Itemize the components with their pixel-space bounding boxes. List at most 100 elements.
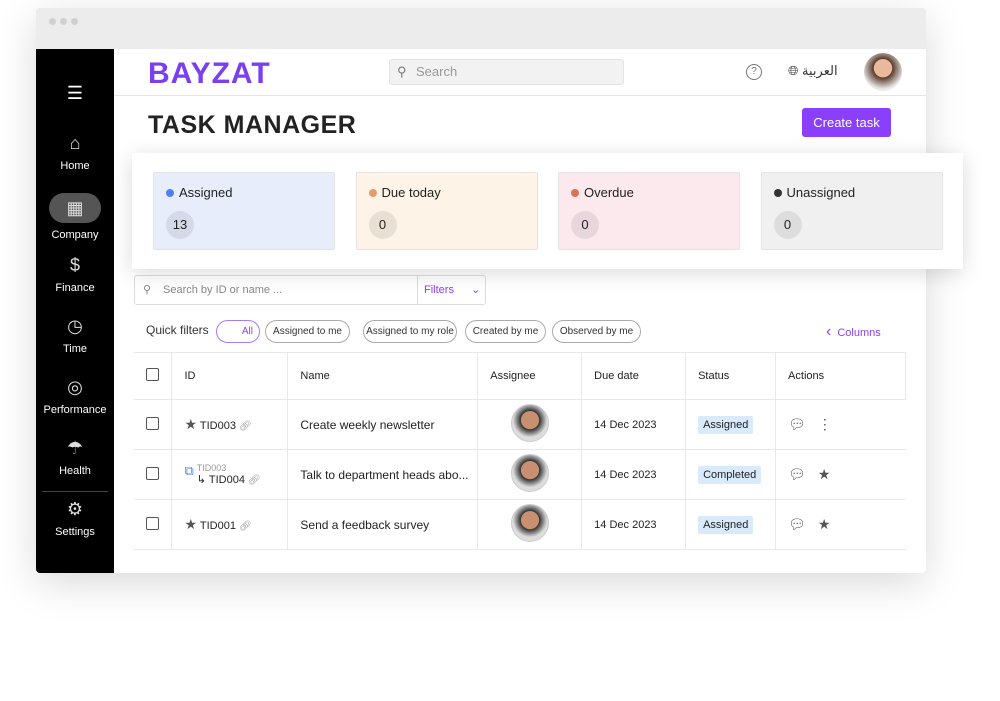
task-id: TID001 [199, 520, 236, 532]
sidebar-item-home[interactable]: ⌂ Home [36, 132, 114, 172]
star-icon[interactable]: ★ [184, 516, 197, 532]
window-dot[interactable] [71, 18, 78, 25]
table-row[interactable]: ★ TID003 🔗︎ Create weekly newsletter 14 De… [134, 399, 906, 450]
star-icon[interactable]: ★ [818, 466, 831, 482]
stat-card-unassigned[interactable]: Unassigned 0 [760, 172, 943, 250]
status-cell: Completed [685, 449, 777, 500]
sidebar-item-label: Home [60, 160, 90, 172]
link-icon[interactable]: 🔗︎ [239, 521, 252, 532]
assignee-avatar[interactable] [510, 454, 549, 492]
stat-card-assigned[interactable]: Assigned 13 [153, 172, 335, 250]
select-all-cell [134, 352, 173, 400]
quick-filter-chip[interactable]: Created by me [465, 320, 546, 343]
column-header[interactable]: Due date [581, 352, 687, 400]
quick-filter-chip[interactable]: Assigned to my role [363, 320, 457, 343]
stat-count: 13 [166, 211, 194, 239]
comment-icon[interactable]: 💬︎ [788, 516, 806, 532]
user-avatar[interactable] [864, 53, 902, 91]
column-header[interactable]: Actions [775, 352, 906, 400]
row-checkbox[interactable] [146, 516, 159, 530]
row-checkbox[interactable] [146, 416, 159, 430]
sidebar-item-finance[interactable]: $ Finance [36, 254, 114, 294]
link-icon[interactable]: 🔗︎ [239, 421, 252, 432]
create-task-button[interactable]: Create task [802, 108, 891, 137]
quick-filter-chip[interactable]: Assigned to me [265, 320, 350, 343]
stat-count: 0 [571, 211, 599, 239]
star-icon[interactable]: ★ [184, 416, 197, 432]
search-placeholder: Search by ID or name ... [163, 284, 283, 296]
status-badge: Assigned [698, 515, 754, 534]
window-dot[interactable] [49, 18, 56, 25]
table-row[interactable]: ⧉ TID003 ↳ TID004 🔗︎ Talk to department hea… [134, 449, 906, 500]
stat-label: Overdue [584, 185, 634, 200]
select-all-checkbox[interactable] [146, 368, 159, 381]
star-icon[interactable]: ★ [818, 516, 831, 532]
task-name[interactable]: Talk to department heads abo... [287, 449, 479, 500]
row-checkbox[interactable] [146, 466, 159, 480]
sidebar: ☰ ⌂ Home ▦ Company $ Finance ◷ Time ◎ Performance… [36, 49, 114, 573]
sidebar-item-company[interactable]: ▦ Company [36, 193, 114, 241]
status-dot [571, 189, 579, 197]
gear-icon: ⚙ [66, 499, 84, 519]
sidebar-item-settings[interactable]: ⚙ Settings [36, 498, 114, 538]
target-icon: ◎ [67, 377, 83, 397]
building-icon: ▦ [49, 193, 101, 223]
task-name[interactable]: Send a feedback survey [287, 499, 479, 550]
status-cell: Assigned [685, 499, 777, 550]
task-table: ID Name Assignee Due date Status Actions ★ TI… [134, 352, 906, 550]
sidebar-item-label: Finance [55, 282, 95, 294]
more-options-icon[interactable]: ⋮ [818, 416, 832, 432]
help-icon[interactable]: ? [746, 64, 762, 80]
sidebar-item-health[interactable]: ☂ Health [36, 437, 114, 477]
stat-count: 0 [368, 211, 397, 239]
columns-button[interactable]: ‹ Columns [826, 323, 881, 341]
stat-label: Due today [381, 185, 441, 200]
search-icon: ⚲ [397, 64, 407, 79]
table-row[interactable]: ★ TID001 🔗︎ Send a feedback survey 14 Dec … [134, 499, 906, 550]
column-header[interactable]: Name [287, 352, 479, 400]
column-header[interactable]: Assignee [477, 352, 583, 400]
column-header[interactable]: Status [685, 352, 777, 400]
assignee-avatar[interactable] [510, 404, 549, 442]
assignee-cell [477, 499, 583, 550]
subtask-icon: ⧉ [184, 463, 194, 478]
stat-card-due-today[interactable]: Due today 0 [355, 172, 538, 250]
link-icon[interactable]: 🔗︎ [248, 475, 261, 486]
row-select-cell [134, 449, 173, 500]
quick-filter-chip[interactable]: All [216, 320, 260, 343]
task-id: TID004 [208, 474, 245, 486]
menu-icon[interactable]: ☰ [36, 83, 114, 104]
sidebar-item-label: Health [59, 465, 91, 477]
filters-label: Filters [424, 284, 454, 296]
quick-filter-chip[interactable]: Observed by me [552, 320, 641, 343]
comment-icon[interactable]: 💬︎ [788, 466, 806, 482]
comment-icon[interactable]: 💬︎ [788, 416, 806, 432]
umbrella-icon: ☂ [66, 438, 84, 458]
task-name[interactable]: Create weekly newsletter [287, 399, 479, 450]
columns-label: Columns [837, 327, 881, 339]
row-select-cell [134, 499, 173, 550]
status-badge: Assigned [698, 415, 754, 434]
assignee-avatar[interactable] [510, 504, 549, 542]
global-search-input[interactable]: ⚲ Search [389, 59, 624, 85]
column-header[interactable]: ID [171, 352, 289, 400]
stat-card-overdue[interactable]: Overdue 0 [558, 172, 740, 250]
id-cell: ★ TID003 🔗︎ [171, 399, 289, 450]
status-dot [773, 189, 782, 197]
sidebar-item-time[interactable]: ◷ Time [36, 315, 114, 355]
globe-icon: 🌐︎ [788, 63, 799, 78]
window-dot[interactable] [60, 18, 67, 25]
filters-dropdown[interactable]: Filters ⌄ [417, 276, 487, 304]
language-switch[interactable]: 🌐︎ العربية [788, 63, 838, 79]
search-placeholder: Search [416, 64, 458, 79]
chevron-left-icon: ‹ [826, 323, 832, 340]
status-dot [166, 189, 174, 197]
status-cell: Assigned [685, 399, 777, 450]
sidebar-item-performance[interactable]: ◎ Performance [36, 376, 114, 416]
quick-filters-label: Quick filters [146, 323, 209, 337]
task-search-input[interactable]: ⚲ Search by ID or name ... Filters ⌄ [134, 275, 486, 305]
id-cell: ⧉ TID003 ↳ TID004 🔗︎ [171, 449, 289, 500]
language-label: العربية [802, 63, 838, 78]
actions-cell: 💬︎ ★ [775, 499, 906, 550]
stat-label: Assigned [179, 185, 233, 200]
